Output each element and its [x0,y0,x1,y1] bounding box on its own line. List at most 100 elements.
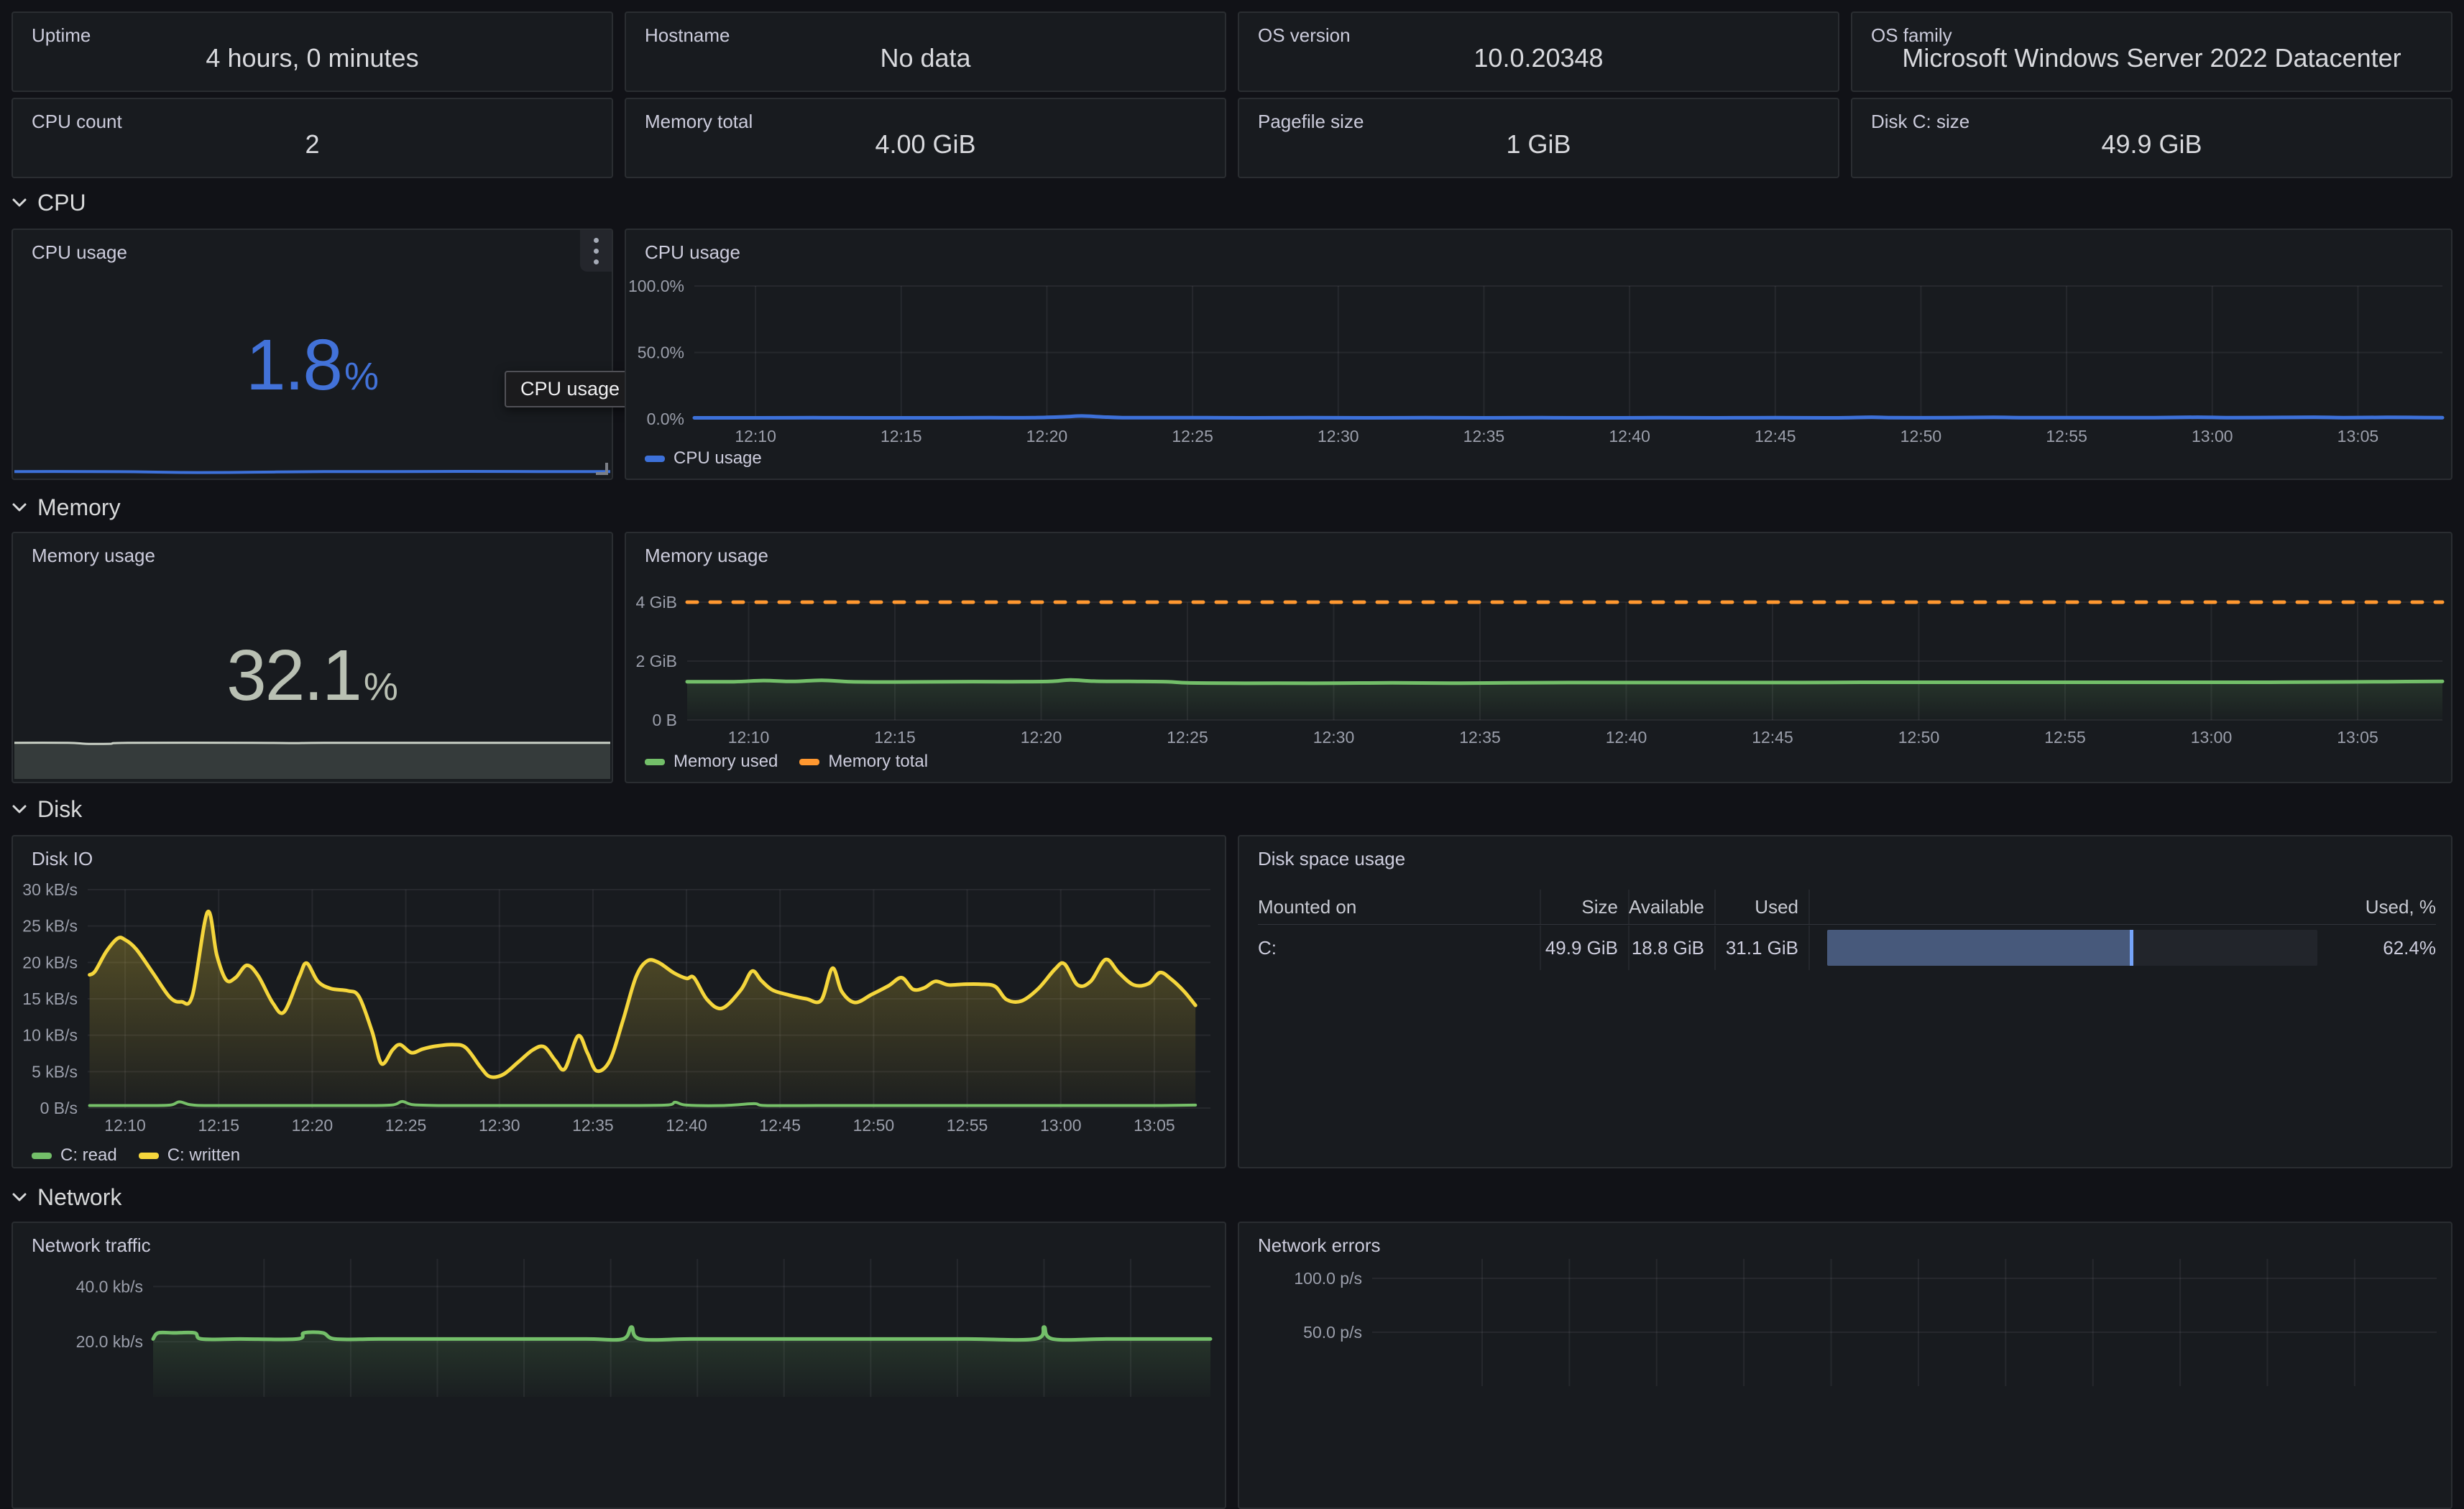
grafana-dashboard: Uptime 4 hours, 0 minutes Hostname No da… [0,0,2464,1341]
x-axis-tick-label: 12:40 [1609,427,1650,446]
section-header-disk[interactable]: Disk [12,793,82,825]
x-axis-tick-label: 12:35 [1459,728,1501,747]
x-axis-tick-label: 12:25 [1172,427,1213,446]
legend-label: C: written [167,1145,240,1166]
panel-title: CPU usage [32,241,127,264]
y-axis-tick-label: 0.0% [647,410,684,428]
y-axis-tick-label: 0 B [652,711,677,729]
series-line [687,680,2442,683]
series-area [687,680,2442,720]
section-header-cpu[interactable]: CPU [12,187,86,218]
memory-usage-value: 32.1% [13,638,612,714]
x-axis-tick-label: 13:05 [1134,1116,1175,1135]
panel-network-traffic: Network traffic 20.0 kb/s40.0 kb/s [12,1222,1226,1509]
panel-menu-button[interactable] [580,230,612,272]
x-axis-tick-label: 12:35 [572,1116,614,1135]
panel-cpu-usage-stat: CPU usage 1.8% CPU usage [12,229,613,480]
legend-item[interactable]: C: written [139,1145,240,1166]
stat-value: 4.00 GiB [626,129,1225,160]
cpu-usage-chart[interactable]: 12:1012:1512:2012:2512:3012:3512:4012:45… [626,270,2451,451]
x-axis-tick-label: 12:50 [1900,427,1942,446]
chart-legend: C: read C: written [32,1145,240,1166]
section-title: CPU [37,190,86,216]
stat-panel-uptime: Uptime 4 hours, 0 minutes [12,11,613,92]
stat-panel-pagefile-size: Pagefile size 1 GiB [1238,98,1839,178]
panel-title: Memory usage [645,545,768,567]
x-axis-tick-label: 13:05 [2337,728,2378,747]
section-header-memory[interactable]: Memory [12,492,121,523]
series-area [90,911,1196,1108]
panel-title: Disk space usage [1258,848,1405,870]
network-errors-chart[interactable]: 50.0 p/s100.0 p/s [1239,1259,2451,1410]
y-axis-tick-label: 25 kB/s [22,917,78,936]
legend-label: C: read [60,1145,117,1166]
y-axis-tick-label: 10 kB/s [22,1026,78,1045]
legend-item[interactable]: Memory used [645,752,778,772]
legend-item[interactable]: Memory total [799,752,928,772]
x-axis-tick-label: 12:15 [198,1116,239,1135]
panel-network-errors: Network errors 50.0 p/s100.0 p/s [1238,1222,2452,1509]
tooltip: CPU usage [505,371,635,407]
panel-title: CPU usage [645,241,740,264]
stat-panel-cpu-count: CPU count 2 [12,98,613,178]
section-header-network[interactable]: Network [12,1181,121,1213]
table-header-row: Mounted on Size Available Used Used, % [1258,890,2436,924]
stat-panel-memory-total: Memory total 4.00 GiB [625,98,1226,178]
x-axis-tick-label: 12:30 [1318,427,1359,446]
x-axis-tick-label: 12:30 [479,1116,520,1135]
legend-item[interactable]: CPU usage [645,448,762,469]
legend-swatch [645,759,665,765]
x-axis-tick-label: 12:10 [735,427,776,446]
x-axis-tick-label: 13:00 [1040,1116,1082,1135]
x-axis-tick-label: 12:10 [104,1116,146,1135]
cell-mounted-on: C: [1258,926,1541,970]
y-axis-tick-label: 40.0 kb/s [76,1277,143,1296]
column-header-used[interactable]: Used [1716,890,1810,924]
panel-title: Network errors [1258,1235,1380,1257]
x-axis-tick-label: 12:45 [1755,427,1796,446]
legend-swatch [32,1153,52,1159]
x-axis-tick-label: 13:00 [2192,427,2233,446]
x-axis-tick-label: 12:30 [1313,728,1355,747]
cell-available: 18.8 GiB [1629,926,1716,970]
column-header-available[interactable]: Available [1629,890,1716,924]
x-axis-tick-label: 12:55 [947,1116,988,1135]
panel-memory-usage-stat: Memory usage 32.1% [12,532,613,783]
network-traffic-chart[interactable]: 20.0 kb/s40.0 kb/s [13,1259,1225,1410]
panel-disk-space-usage: Disk space usage Mounted on Size Availab… [1238,835,2452,1168]
x-axis-tick-label: 12:15 [874,728,916,747]
panel-disk-io: Disk IO 12:1012:1512:2012:2512:3012:3512… [12,835,1226,1168]
x-axis-tick-label: 12:45 [1752,728,1793,747]
resize-handle[interactable] [596,463,608,475]
column-header-used-pct[interactable]: Used, % [1810,896,2436,918]
disk-io-chart[interactable]: 12:1012:1512:2012:2512:3012:3512:4012:45… [13,872,1225,1145]
memory-usage-chart[interactable]: 12:1012:1512:2012:2512:3012:3512:4012:45… [626,573,2451,754]
y-axis-tick-label: 15 kB/s [22,989,78,1008]
legend-label: Memory used [674,752,778,772]
stat-value: Microsoft Windows Server 2022 Datacenter [1852,43,2451,73]
x-axis-tick-label: 12:20 [1026,427,1068,446]
series-area [14,743,610,779]
cell-used: 31.1 GiB [1716,926,1810,970]
y-axis-tick-label: 2 GiB [635,652,677,670]
x-axis-tick-label: 12:25 [1167,728,1208,747]
legend-swatch [645,456,665,462]
x-axis-tick-label: 12:35 [1463,427,1505,446]
stat-panel-hostname: Hostname No data [625,11,1226,92]
x-axis-tick-label: 12:20 [1021,728,1062,747]
panel-memory-usage-chart: Memory usage 12:1012:1512:2012:2512:3012… [625,532,2452,783]
stat-value: 10.0.20348 [1239,43,1838,73]
section-title: Disk [37,796,82,823]
column-header-mounted-on[interactable]: Mounted on [1258,890,1541,924]
series-line [14,743,610,744]
stat-value: 2 [13,129,612,160]
chart-legend: CPU usage [645,448,762,469]
cpu-usage-sparkline [14,457,610,477]
column-header-size[interactable]: Size [1541,890,1629,924]
panel-title: Memory usage [32,545,155,567]
legend-swatch [799,759,819,765]
x-axis-tick-label: 12:20 [292,1116,334,1135]
y-axis-tick-label: 100.0 p/s [1294,1269,1362,1288]
cell-size: 49.9 GiB [1541,926,1629,970]
legend-item[interactable]: C: read [32,1145,117,1166]
